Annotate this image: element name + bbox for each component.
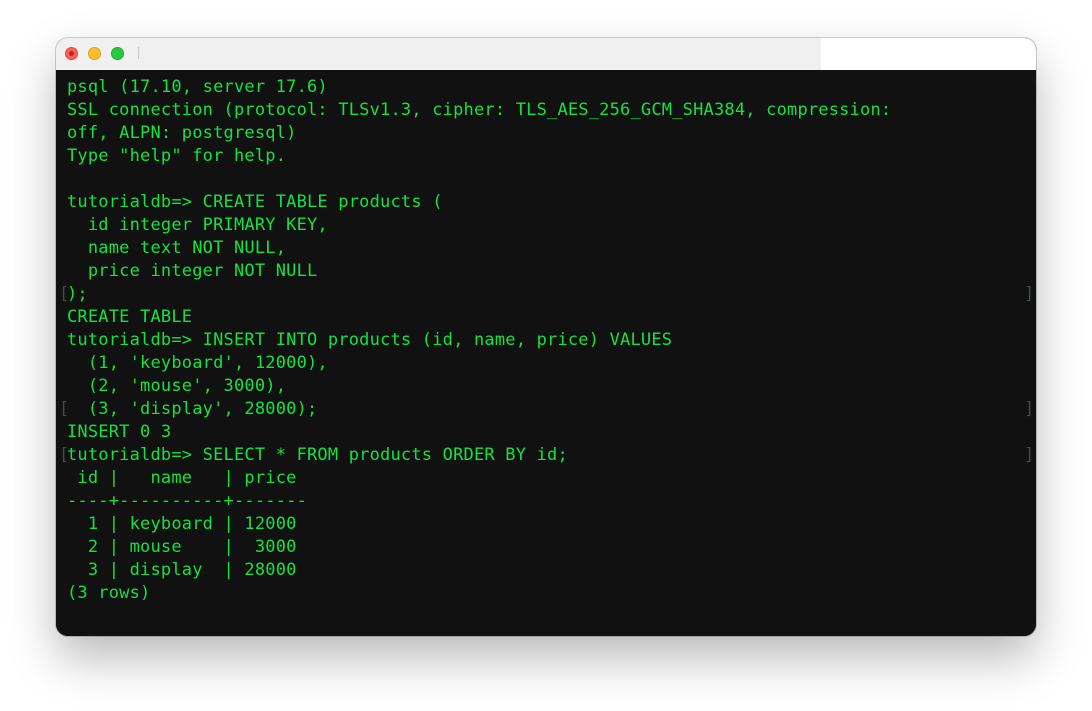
tab-strip[interactable] <box>56 38 821 70</box>
line-marker-right: ] <box>1024 284 1035 304</box>
close-window-button[interactable] <box>65 47 78 60</box>
terminal-line: ); <box>67 284 88 304</box>
terminal-line: (1, 'keyboard', 12000), <box>67 353 328 373</box>
terminal-line: off, ALPN: postgresql) <box>67 123 297 143</box>
terminal-line: SSL connection (protocol: TLSv1.3, ciphe… <box>67 100 892 120</box>
line-marker-right: ] <box>1024 445 1035 465</box>
tab-indicator <box>138 47 139 59</box>
terminal-line: psql (17.10, server 17.6) <box>67 77 328 97</box>
terminal-line: (3, 'display', 28000); <box>67 399 318 419</box>
zoom-window-button[interactable] <box>111 47 124 60</box>
terminal-line: 2 | mouse | 3000 <box>67 537 297 557</box>
terminal-line: price integer NOT NULL <box>67 261 318 281</box>
terminal-line: tutorialdb=> CREATE TABLE products ( <box>67 192 443 212</box>
terminal-line: id integer PRIMARY KEY, <box>67 215 328 235</box>
terminal-line: tutorialdb=> INSERT INTO products (id, n… <box>67 330 673 350</box>
terminal-line: Type "help" for help. <box>67 146 287 166</box>
window-titlebar[interactable] <box>56 38 1036 70</box>
line-marker-right: ] <box>1024 399 1035 419</box>
terminal-line: 1 | keyboard | 12000 <box>67 514 297 534</box>
terminal-line: (3 rows) <box>67 583 151 603</box>
terminal-line: 3 | display | 28000 <box>67 560 297 580</box>
terminal-line: (2, 'mouse', 3000), <box>67 376 287 396</box>
minimize-window-button[interactable] <box>88 47 101 60</box>
terminal-line: INSERT 0 3 <box>67 422 172 442</box>
terminal-line: id | name | price <box>67 468 297 488</box>
terminal-line: name text NOT NULL, <box>67 238 287 258</box>
terminal-window: psql (17.10, server 17.6) SSL connection… <box>56 38 1036 636</box>
terminal-output[interactable]: psql (17.10, server 17.6) SSL connection… <box>56 70 1036 636</box>
terminal-line: ----+----------+------- <box>67 491 308 511</box>
terminal-line: CREATE TABLE <box>67 307 193 327</box>
terminal-line: tutorialdb=> SELECT * FROM products ORDE… <box>67 445 568 465</box>
